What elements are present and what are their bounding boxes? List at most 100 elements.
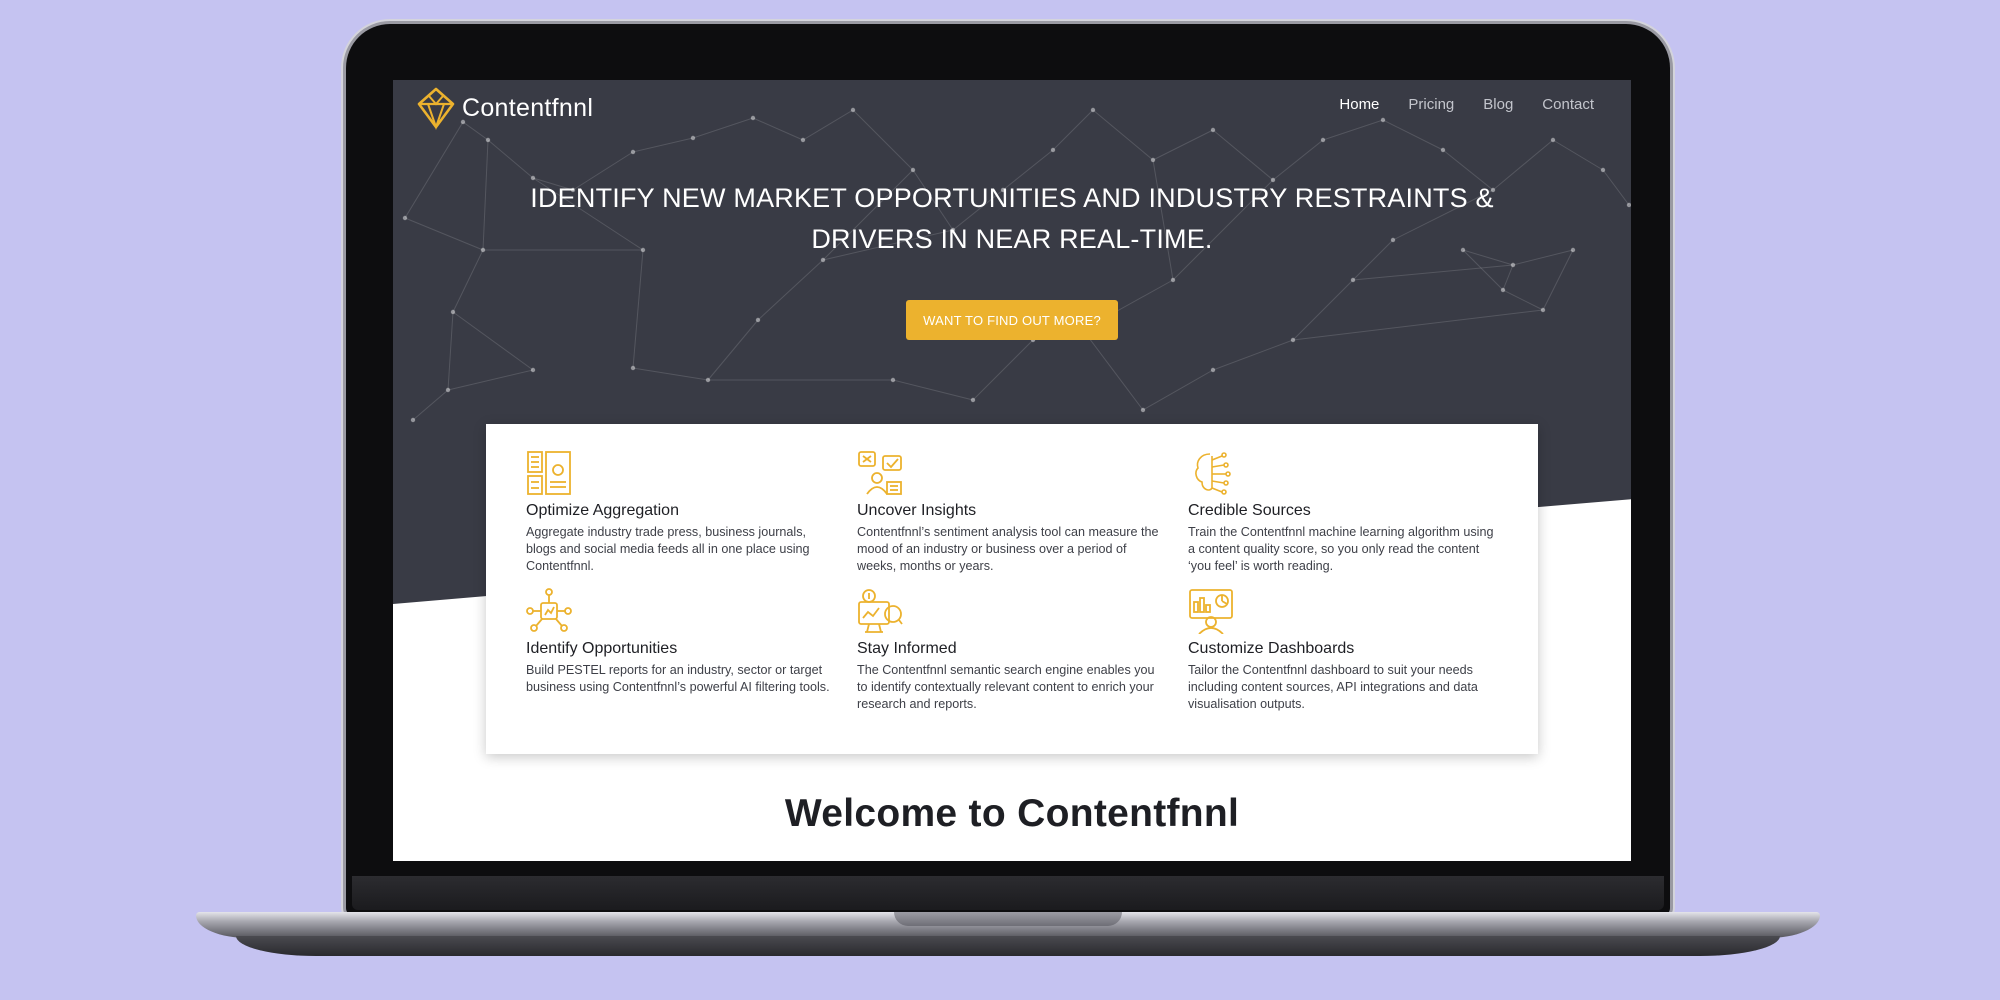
network-line — [1292, 279, 1354, 341]
feature-optimize-aggregation: Optimize Aggregation Aggregate industry … — [526, 450, 832, 575]
network-line — [707, 319, 759, 381]
logo-diamond-icon — [417, 87, 455, 130]
network-node — [1050, 147, 1056, 153]
network-line — [1092, 109, 1154, 161]
network-node — [755, 317, 761, 323]
network-node — [690, 135, 696, 141]
sources-icon — [1195, 452, 1231, 495]
network-node — [630, 149, 636, 155]
network-node — [530, 367, 536, 373]
network-line — [892, 379, 974, 401]
aggregation-icon — [527, 451, 571, 495]
feature-stay-informed: Stay Informed The Contentfnnl semantic s… — [857, 588, 1163, 713]
network-line — [452, 311, 534, 371]
feature-title: Customize Dashboards — [1188, 640, 1355, 657]
network-line — [1322, 119, 1384, 141]
network-node — [705, 377, 711, 383]
feature-description: Aggregate industry trade press, business… — [526, 525, 810, 573]
hero-headline: IDENTIFY NEW MARKET OPPORTUNITIES AND IN… — [530, 183, 1494, 254]
feature-description: Build PESTEL reports for an industry, se… — [526, 663, 830, 694]
network-node — [800, 137, 806, 143]
network-node — [1210, 127, 1216, 133]
feature-customize-dashboards: Customize Dashboards Tailor the Contentf… — [1188, 588, 1494, 713]
network-node — [970, 397, 976, 403]
network-line — [1602, 169, 1630, 206]
laptop-foot — [236, 936, 1780, 956]
network-node — [402, 215, 408, 221]
feature-title: Credible Sources — [1188, 502, 1311, 519]
network-node — [450, 309, 456, 315]
network-node — [1290, 337, 1296, 343]
nav-pricing-link[interactable]: Pricing — [1408, 96, 1454, 113]
network-node — [910, 167, 916, 173]
find-out-more-button[interactable]: WANT TO FIND OUT MORE? — [906, 300, 1118, 340]
feature-title: Stay Informed — [857, 640, 957, 657]
network-line — [752, 117, 804, 141]
feature-title: Identify Opportunities — [526, 640, 678, 657]
insights-icon — [858, 451, 902, 495]
network-node — [1500, 287, 1506, 293]
network-line — [1152, 129, 1214, 161]
network-node — [1170, 277, 1176, 283]
feature-title: Uncover Insights — [857, 502, 977, 519]
network-line — [1212, 129, 1274, 181]
network-line — [632, 249, 644, 369]
network-node — [1150, 157, 1156, 163]
network-line — [852, 109, 914, 171]
network-line — [1052, 109, 1094, 151]
opportunities-icon — [526, 588, 572, 632]
network-node — [630, 365, 636, 371]
website-screen: Contentfnnl Home Pricing Blog Contact ID… — [393, 80, 1631, 861]
network-node — [1090, 107, 1096, 113]
network-line — [412, 389, 449, 421]
laptop-notch — [894, 912, 1122, 926]
feature-title: Optimize Aggregation — [526, 502, 679, 519]
network-node — [485, 137, 491, 143]
feature-description: Tailor the Contentfnnl dashboard to suit… — [1188, 663, 1478, 711]
site-logo[interactable]: Contentfnnl — [416, 86, 593, 130]
feature-description: Contentfnnl’s sentiment analysis tool ca… — [857, 525, 1159, 573]
network-line — [692, 117, 754, 139]
network-line — [632, 367, 709, 381]
feature-description: Train the Contentfnnl machine learning a… — [1188, 525, 1494, 573]
main-nav: Home Pricing Blog Contact — [1339, 96, 1594, 113]
network-node — [890, 377, 896, 383]
welcome-heading: Welcome to Contentfnnl — [784, 792, 1240, 835]
network-line — [1272, 139, 1324, 181]
nav-contact-link[interactable]: Contact — [1542, 96, 1594, 113]
nav-home-link[interactable]: Home — [1339, 96, 1379, 113]
dashboard-icon — [1189, 589, 1233, 634]
network-line — [1292, 309, 1544, 341]
network-line — [1082, 329, 1144, 411]
network-node — [1380, 117, 1386, 123]
network-node — [1570, 247, 1576, 253]
network-line — [1382, 119, 1444, 151]
network-node — [1600, 167, 1606, 173]
network-line — [404, 121, 464, 219]
network-node — [410, 417, 416, 423]
network-line — [1502, 289, 1544, 311]
network-node — [1140, 407, 1146, 413]
network-line — [1552, 139, 1604, 171]
laptop-chin — [352, 876, 1664, 910]
nav-blog-link[interactable]: Blog — [1483, 96, 1513, 113]
network-line — [757, 259, 824, 321]
feature-credible-sources: Credible Sources Train the Contentfnnl m… — [1188, 450, 1494, 575]
network-line — [1542, 249, 1574, 311]
network-node — [1510, 262, 1516, 268]
network-node — [1350, 277, 1356, 283]
network-line — [802, 109, 854, 141]
network-node — [1550, 137, 1556, 143]
network-node — [480, 247, 486, 253]
network-node — [1540, 307, 1546, 313]
network-line — [447, 369, 534, 391]
network-node — [1440, 147, 1446, 153]
network-line — [447, 311, 454, 391]
network-line — [452, 249, 484, 313]
network-line — [972, 339, 1034, 401]
features-card: Optimize Aggregation Aggregate industry … — [486, 424, 1538, 754]
network-node — [1626, 202, 1631, 208]
network-line — [487, 139, 534, 179]
network-line — [482, 139, 489, 251]
feature-uncover-insights: Uncover Insights Contentfnnl’s sentiment… — [857, 450, 1163, 575]
